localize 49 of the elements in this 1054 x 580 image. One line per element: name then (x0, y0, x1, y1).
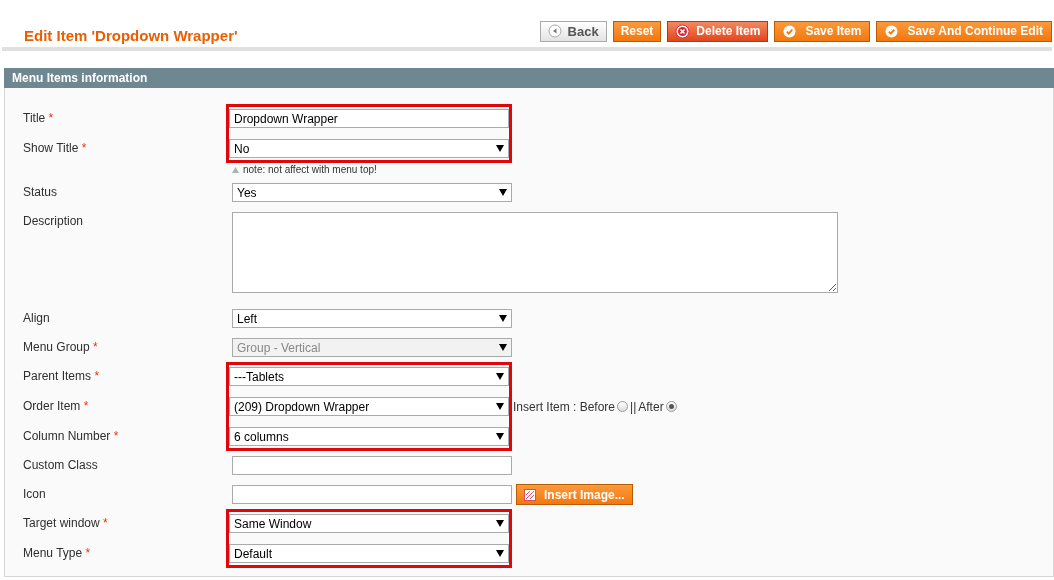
dropdown[interactable]: Same Window (229, 514, 509, 533)
field-label: Icon (23, 486, 47, 501)
caret-icon (496, 433, 504, 440)
field-label: Menu Type * (23, 545, 92, 560)
caret-icon (499, 189, 507, 196)
dropdown[interactable]: ---Tablets (229, 367, 509, 386)
radio-button[interactable] (665, 401, 677, 412)
caret-icon (496, 373, 504, 380)
radio-button[interactable] (617, 401, 629, 412)
caret-icon (496, 550, 504, 557)
field-note: note: not affect with menu top! (232, 164, 1053, 175)
text-area[interactable] (232, 212, 838, 293)
section-header: Menu Items information (4, 68, 1054, 88)
field-label: Order Item * (23, 398, 90, 413)
field-label: Target window * (23, 515, 109, 530)
back-button[interactable]: Back (539, 20, 607, 42)
field-label: Align (23, 310, 51, 325)
close-icon (675, 23, 691, 39)
dropdown[interactable]: (209) Dropdown Wrapper (229, 397, 509, 416)
field-label: Status (23, 184, 59, 199)
dropdown[interactable]: Default (229, 544, 509, 563)
field-label: Parent Items * (23, 368, 101, 383)
dropdown[interactable]: 6 columns (229, 427, 509, 446)
caret-icon (496, 520, 504, 527)
option-label: After (638, 399, 664, 414)
text-field[interactable]: Dropdown Wrapper (229, 109, 509, 128)
field-label: Column Number * (23, 428, 120, 443)
text-field[interactable] (232, 485, 512, 504)
separator-text: || (630, 399, 637, 414)
caret-icon (496, 403, 504, 410)
check-icon (885, 24, 899, 38)
text-field[interactable] (232, 456, 512, 475)
page-title: Edit Item 'Dropdown Wrapper' (24, 25, 238, 44)
caret-icon (499, 344, 507, 351)
caret-icon (499, 315, 507, 322)
back-icon (547, 24, 562, 38)
caret-icon (496, 145, 504, 152)
field-label: Title * (23, 110, 55, 125)
field-label: Description (23, 213, 85, 228)
image-icon (524, 488, 536, 501)
dropdown[interactable]: No (229, 139, 509, 158)
check-icon (783, 24, 797, 38)
dropdown[interactable]: Left (232, 309, 512, 328)
triangle-icon (232, 166, 239, 173)
field-label: Show Title * (23, 140, 88, 155)
option-label: Insert Item : Before (513, 399, 616, 414)
field-label: Menu Group * (23, 339, 99, 354)
dropdown[interactable]: Yes (232, 183, 512, 202)
field-label: Custom Class (23, 457, 99, 472)
